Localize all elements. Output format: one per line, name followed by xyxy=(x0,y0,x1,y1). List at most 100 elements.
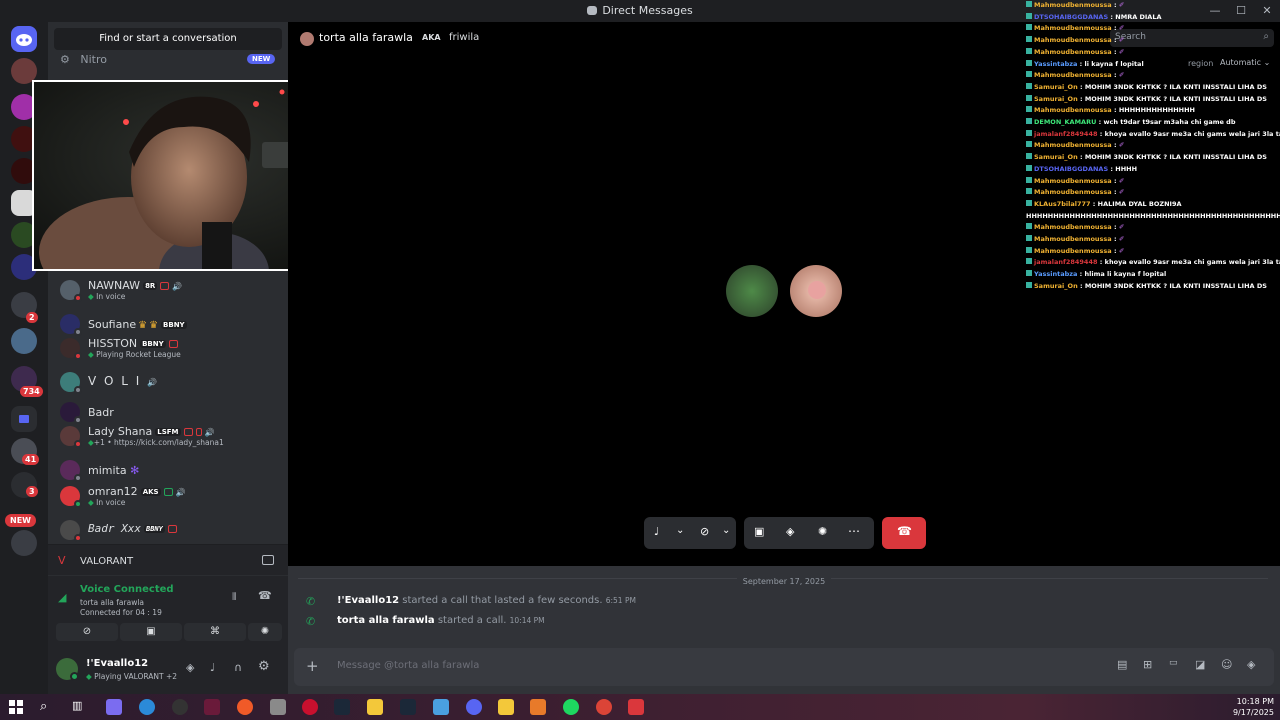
activity-icon[interactable]: ◈ xyxy=(786,525,794,538)
screen-icon xyxy=(183,428,193,436)
gift-icon[interactable]: ⊞ xyxy=(1143,658,1152,671)
chat-username: jamalanf2849448 xyxy=(1034,129,1098,138)
more-icon[interactable]: ⋯ xyxy=(848,524,860,538)
riot-icon[interactable] xyxy=(302,699,318,715)
copilot-icon[interactable] xyxy=(106,699,122,715)
task-view-icon[interactable]: ▥ xyxy=(72,699,88,715)
server-folder[interactable] xyxy=(11,328,37,354)
dm-item[interactable]: Badr Xxx BBNY xyxy=(60,518,282,546)
chat-line: Mahmoudbenmoussa : ✐ xyxy=(1026,234,1280,246)
chat-message: MOHIM 3NDK KHTKK ? ILA KNTI INSSTALI LIH… xyxy=(1084,82,1267,91)
soundboard-button[interactable]: ✺ xyxy=(248,623,282,641)
dm-item[interactable]: V O L I 🔊 xyxy=(60,370,282,398)
noise-icon[interactable]: ⦀ xyxy=(232,592,236,603)
dm-item[interactable]: mimita ✻ xyxy=(60,458,282,486)
dm-name: Badr xyxy=(88,406,114,419)
dm-item[interactable]: Lady Shana LSFM 🔊 ◆+1 • https://kick.com/l… xyxy=(60,424,282,452)
chevron-down-icon[interactable]: ⌄ xyxy=(676,525,684,536)
folder-icon[interactable] xyxy=(498,699,514,715)
message-author[interactable]: !'Evaallo12 xyxy=(337,595,399,606)
windows-start-icon[interactable] xyxy=(8,699,24,715)
discord-icon xyxy=(587,6,598,15)
app-icon[interactable] xyxy=(270,699,286,715)
obs-icon[interactable] xyxy=(172,699,188,715)
dm-activity: Playing Rocket League xyxy=(96,350,181,359)
dm-recipient-name[interactable]: torta alla farawla xyxy=(319,31,413,44)
badge-icon xyxy=(1026,281,1032,288)
message-input[interactable]: + Message @torta alla farawla ▤ ⊞ ▭ ◪ ☺ … xyxy=(294,648,1274,686)
soundboard-icon[interactable]: ✺ xyxy=(818,525,827,538)
new-badge: NEW xyxy=(5,514,36,527)
participant-avatar[interactable] xyxy=(790,265,842,317)
screen-icon xyxy=(168,340,178,348)
badge-icon xyxy=(1026,199,1032,206)
username[interactable]: !'Evaallo12 xyxy=(86,658,148,669)
chat-line: Samurai_On : MOHIM 3NDK KHTKK ? ILA KNTI… xyxy=(1026,281,1280,293)
gear-icon[interactable]: ⚙ xyxy=(258,659,270,674)
camera-off-icon[interactable]: ⊘ xyxy=(700,525,709,538)
gamepad-icon[interactable]: ◈ xyxy=(186,661,194,674)
server-tag: 8R xyxy=(143,282,158,290)
chat-line: jamalanf2849448 : khoya evallo 9asr me3a… xyxy=(1026,257,1280,269)
voice-channel[interactable]: torta alla farawla xyxy=(80,598,144,607)
sticker-icon[interactable]: ◪ xyxy=(1195,658,1205,671)
speaker-icon: 🔊 xyxy=(147,378,158,387)
badge-icon xyxy=(1026,164,1032,171)
chat-username: Mahmoudbenmoussa xyxy=(1034,223,1112,232)
discord-icon[interactable] xyxy=(466,699,482,715)
game-overlay-icon[interactable] xyxy=(262,555,274,565)
search-icon[interactable]: ⌕ xyxy=(40,699,56,715)
participant-avatar[interactable] xyxy=(726,265,778,317)
headphones-icon[interactable]: ∩ xyxy=(234,661,242,674)
emote-icon: ✐ xyxy=(1118,223,1125,232)
valorant-icon[interactable] xyxy=(628,699,644,715)
microphone-icon[interactable]: ♩ xyxy=(210,661,215,674)
chrome-icon[interactable] xyxy=(596,699,612,715)
camera-off-button[interactable]: ⊘ xyxy=(56,623,118,641)
dm-item[interactable]: NAWNAW 8R 🔊 ◆ In voice xyxy=(60,278,282,306)
emoji-icon[interactable]: ☺ xyxy=(1221,658,1232,671)
app-icon[interactable] xyxy=(433,699,449,715)
dm-item[interactable]: omran12 AKS 🔊 ◆ In voice xyxy=(60,484,282,512)
screen-share-button[interactable]: ▣ xyxy=(120,623,182,641)
apps-icon[interactable]: ◈ xyxy=(1247,658,1255,671)
disconnect-icon[interactable]: ☎ xyxy=(258,589,272,602)
folder-icon[interactable] xyxy=(11,406,37,432)
steam-icon[interactable] xyxy=(400,699,416,715)
lock-icon[interactable]: ▤ xyxy=(1117,658,1127,671)
status-dnd xyxy=(74,534,82,542)
chat-line: Mahmoudbenmoussa : ✐ xyxy=(1026,35,1280,47)
voice-timer: Connected for 04 : 19 xyxy=(80,608,162,617)
nitro-link[interactable]: ⚙ Nitro xyxy=(60,53,107,66)
app-icon[interactable] xyxy=(530,699,546,715)
plus-icon[interactable]: + xyxy=(306,657,319,675)
clock[interactable]: 10:18 PM 9/17/2025 xyxy=(1233,696,1274,718)
app-icon[interactable] xyxy=(204,699,220,715)
badge-icon xyxy=(1026,258,1032,265)
app-icon[interactable] xyxy=(237,699,253,715)
flower-icon: ✻ xyxy=(130,464,140,477)
server-icon[interactable] xyxy=(11,530,37,556)
speaker-icon: 🔊 xyxy=(175,488,186,497)
chat-line: DEMON_KAMARU : wch t9dar t9sar m3aha chi… xyxy=(1026,117,1280,129)
spotify-icon[interactable] xyxy=(563,699,579,715)
phone-icon xyxy=(195,428,202,436)
date-divider: September 17, 2025 xyxy=(736,577,832,586)
screen-share-icon[interactable]: ▣ xyxy=(754,525,764,538)
chat-line: jamalanf2849448 : khoya evallo 9asr me3a… xyxy=(1026,129,1280,141)
message-author[interactable]: torta alla farawla xyxy=(337,615,435,626)
speaker-icon: 🔊 xyxy=(204,428,215,437)
gif-icon[interactable]: ▭ xyxy=(1169,658,1178,668)
steam-icon[interactable] xyxy=(334,699,350,715)
hang-up-button[interactable]: ☎ xyxy=(882,517,926,549)
voice-status[interactable]: Voice Connected xyxy=(80,584,174,595)
home-button[interactable] xyxy=(11,26,37,52)
find-conversation-button[interactable]: Find or start a conversation xyxy=(54,28,282,50)
dm-item[interactable]: HISSTON BBNY ◆ Playing Rocket League xyxy=(60,336,282,364)
discord-icon xyxy=(16,34,32,46)
edge-icon[interactable] xyxy=(139,699,155,715)
activity-button[interactable]: ⌘ xyxy=(184,623,246,641)
chevron-down-icon[interactable]: ⌄ xyxy=(722,525,730,536)
folder-icon[interactable] xyxy=(367,699,383,715)
microphone-icon[interactable]: ♩ xyxy=(654,525,659,538)
